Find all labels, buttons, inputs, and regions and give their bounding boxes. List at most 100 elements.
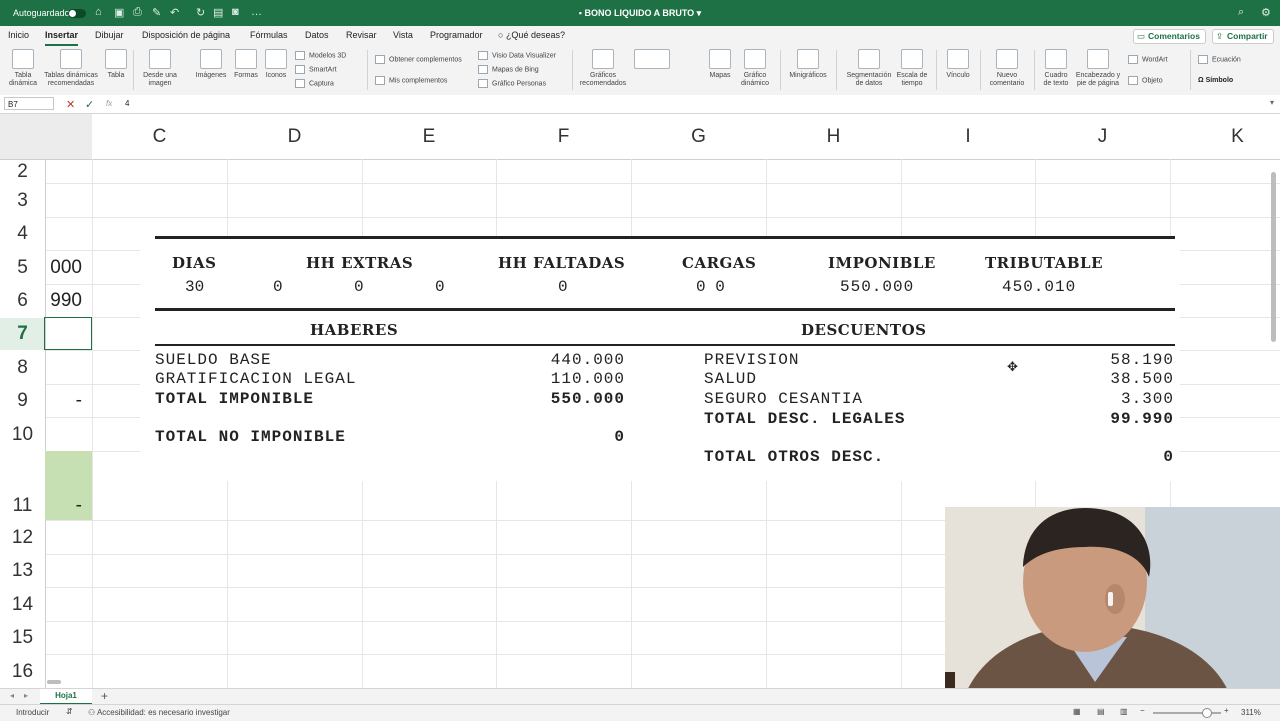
row-header-16[interactable]: 16 (0, 655, 45, 689)
column-header-f[interactable]: F (496, 114, 631, 159)
cuadro-texto-button[interactable]: Cuadro de texto (1040, 46, 1072, 88)
vertical-scrollbar[interactable] (1271, 172, 1276, 342)
row-header-14[interactable]: 14 (0, 588, 45, 621)
chevron-down-icon[interactable]: ▾ (694, 8, 702, 18)
row-header-5[interactable]: 5 (0, 251, 45, 284)
tab-datos[interactable]: Datos (305, 30, 329, 40)
horizontal-scrollbar[interactable] (47, 680, 61, 684)
page-layout-icon[interactable]: ▤ (1097, 707, 1105, 716)
row-header-4[interactable]: 4 (0, 218, 45, 250)
settings-icon[interactable]: ⚙ (1261, 6, 1271, 19)
zoom-level[interactable]: 311% (1241, 708, 1261, 717)
page-break-icon[interactable]: ▥ (1120, 707, 1128, 716)
selected-cell-b7[interactable] (44, 317, 92, 350)
iconos-button[interactable]: Iconos (262, 46, 290, 80)
column-header-e[interactable]: E (362, 114, 496, 159)
bing-maps-button[interactable]: Mapas de Bing (478, 65, 539, 74)
nuevo-comentario-button[interactable]: Nuevo comentario (985, 46, 1029, 88)
wordart-button[interactable]: WordArt (1128, 55, 1168, 64)
modelos3d-button[interactable]: Modelos 3D (295, 51, 346, 60)
column-header-d[interactable]: D (227, 114, 362, 159)
select-all-corner[interactable] (0, 114, 45, 159)
mis-complementos-button[interactable]: Mis complementos (375, 76, 447, 85)
macro-icon[interactable]: ⇵ (66, 707, 73, 716)
zoom-slider-thumb[interactable] (1202, 708, 1212, 718)
tab-insertar[interactable]: Insertar (45, 30, 79, 46)
people-graph-button[interactable]: Gráfico Personas (478, 79, 546, 88)
imagenes-button[interactable]: Imágenes (192, 46, 230, 80)
accessibility-status[interactable]: ⚇ Accesibilidad: es necesario investigar (88, 708, 230, 717)
name-box[interactable]: B7 (4, 97, 54, 110)
objeto-button[interactable]: Objeto (1128, 76, 1163, 85)
captura-button[interactable]: Captura (295, 79, 334, 88)
grafico-dinamico-button[interactable]: Gráfico dinámico (737, 46, 773, 88)
column-header-k[interactable]: K (1170, 114, 1280, 159)
column-header-i[interactable]: I (901, 114, 1035, 159)
formas-button[interactable]: Formas (232, 46, 260, 80)
row-header-12[interactable]: 12 (0, 521, 45, 554)
obtener-complementos-button[interactable]: Obtener complementos (375, 55, 462, 64)
mapas-button[interactable]: Mapas (706, 46, 734, 80)
hdr-cargas: CARGAS (682, 254, 757, 272)
tabla-dinamica-button[interactable]: Tabla dinámica (3, 46, 43, 88)
confirm-icon[interactable]: ✓ (85, 98, 94, 111)
sheet-tab-hoja1[interactable]: Hoja1 (40, 689, 92, 705)
tab-programador[interactable]: Programador (430, 30, 483, 40)
visio-button[interactable]: Visio Data Visualizer (478, 51, 556, 60)
share-button[interactable]: ⇪ Compartir (1212, 29, 1274, 44)
row-header-8[interactable]: 8 (0, 351, 45, 384)
tab-revisar[interactable]: Revisar (346, 30, 377, 40)
row-header-11[interactable]: 11 (0, 452, 45, 520)
search-icon[interactable]: ⌕ (1238, 6, 1244, 19)
row-header-9[interactable]: 9 (0, 385, 45, 417)
smartart-button[interactable]: SmartArt (295, 65, 337, 74)
cancel-icon[interactable]: ✕ (66, 98, 75, 111)
row-header-7[interactable]: 7 (0, 318, 45, 350)
prev-sheet-icon[interactable]: ◂ (10, 691, 14, 700)
tab-disposicion[interactable]: Disposición de página (142, 30, 230, 40)
row-header-6[interactable]: 6 (0, 285, 45, 317)
column-header-h[interactable]: H (766, 114, 901, 159)
zoom-out-icon[interactable]: − (1140, 706, 1145, 715)
tab-inicio[interactable]: Inicio (8, 30, 29, 40)
escala-tiempo-button[interactable]: Escala de tiempo (894, 46, 930, 88)
payslip-image[interactable]: DIAS HH EXTRAS HH FALTADAS CARGAS IMPONI… (140, 236, 1180, 481)
formula-input[interactable]: 4 (125, 99, 129, 108)
chart-types-gallery[interactable] (632, 46, 672, 72)
row-header-3[interactable]: 3 (0, 184, 45, 217)
next-sheet-icon[interactable]: ▸ (24, 691, 28, 700)
row-header-10[interactable]: 10 (0, 418, 45, 451)
column-header-c[interactable]: C (92, 114, 227, 159)
tell-me[interactable]: ○ ¿Qué deseas? (498, 30, 565, 40)
row-header-2[interactable]: 2 (0, 160, 45, 183)
tab-formulas[interactable]: Fórmulas (250, 30, 288, 40)
expand-formula-icon[interactable]: ▾ (1270, 98, 1274, 107)
tabla-button[interactable]: Tabla (103, 46, 129, 80)
tablas-recomendadas-button[interactable]: Tablas dinámicas recomendadas (40, 46, 102, 88)
cell-b5[interactable]: 000 (45, 251, 92, 284)
cell-b9[interactable]: - (45, 385, 92, 417)
tab-vista[interactable]: Vista (393, 30, 413, 40)
zoom-in-icon[interactable]: + (1224, 706, 1229, 715)
comments-button[interactable]: ▭ Comentarios (1133, 29, 1206, 44)
column-header-g[interactable]: G (631, 114, 766, 159)
normal-view-icon[interactable]: ▦ (1073, 707, 1081, 716)
row-header-15[interactable]: 15 (0, 622, 45, 654)
visio-icon (478, 51, 488, 60)
tab-dibujar[interactable]: Dibujar (95, 30, 124, 40)
cell-b6[interactable]: 990 (45, 285, 92, 317)
segmentacion-button[interactable]: Segmentación de datos (843, 46, 895, 88)
desde-imagen-button[interactable]: Desde una imagen (138, 46, 182, 88)
row-header-13[interactable]: 13 (0, 555, 45, 587)
graficos-recomendados-button[interactable]: Gráficos recomendados (576, 46, 630, 88)
minigraficos-button[interactable]: Minigráficos (785, 46, 831, 80)
add-sheet-icon[interactable]: + (101, 689, 108, 703)
vinculo-button[interactable]: Vínculo (942, 46, 974, 80)
cell-b11[interactable]: - (45, 452, 92, 560)
fx-icon[interactable]: fx (106, 99, 112, 108)
encabezado-button[interactable]: Encabezado y pie de página (1073, 46, 1123, 88)
ecuacion-button[interactable]: Ecuación (1198, 55, 1241, 64)
column-header-b[interactable] (45, 114, 92, 159)
column-header-j[interactable]: J (1035, 114, 1170, 159)
simbolo-button[interactable]: Ω Símbolo (1198, 76, 1233, 85)
